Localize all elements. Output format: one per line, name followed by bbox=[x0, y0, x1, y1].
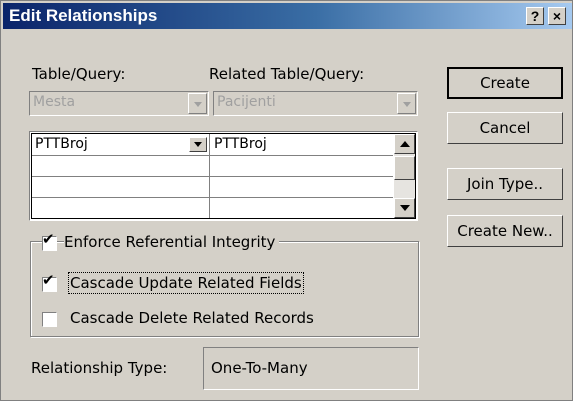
cascade-update-checkbox[interactable]: ✔ bbox=[42, 273, 57, 292]
create-new-button[interactable]: Create New.. bbox=[447, 215, 563, 247]
enforce-integrity-checkbox[interactable]: ✔ bbox=[42, 232, 57, 251]
dropdown-arrow-icon[interactable] bbox=[188, 93, 207, 114]
related-table-query-value: Pacijenti bbox=[217, 94, 276, 110]
scroll-down-icon[interactable] bbox=[394, 198, 415, 218]
row-divider bbox=[32, 176, 393, 177]
create-button[interactable]: Create bbox=[447, 67, 563, 99]
cancel-button[interactable]: Cancel bbox=[447, 112, 563, 144]
edit-relationships-dialog: Edit Relationships ? × Table/Query: Rela… bbox=[0, 0, 573, 401]
title-bar: Edit Relationships ? × bbox=[3, 3, 572, 29]
grid-body: PTTBroj PTTBroj bbox=[31, 133, 416, 219]
checkmark-icon: ✔ bbox=[42, 230, 55, 248]
grid-cell-field[interactable]: PTTBroj bbox=[35, 136, 88, 152]
grid-scrollbar[interactable] bbox=[394, 134, 415, 218]
help-icon[interactable]: ? bbox=[526, 7, 544, 25]
relationship-type-field: One-To-Many bbox=[203, 347, 419, 390]
grid-cell-related-field[interactable]: PTTBroj bbox=[214, 136, 267, 152]
window-title: Edit Relationships bbox=[9, 6, 158, 25]
enforce-integrity-label[interactable]: Enforce Referential Integrity bbox=[64, 233, 280, 251]
related-table-query-combo[interactable]: Pacijenti bbox=[213, 91, 418, 116]
cascade-update-label[interactable]: Cascade Update Related Fields bbox=[68, 272, 304, 294]
row-divider bbox=[32, 197, 393, 198]
dropdown-arrow-icon[interactable] bbox=[397, 93, 416, 114]
checkmark-icon: ✔ bbox=[42, 271, 55, 289]
related-table-query-label: Related Table/Query: bbox=[209, 65, 365, 83]
table-query-combo[interactable]: Mesta bbox=[29, 91, 209, 116]
field-mapping-grid[interactable]: PTTBroj PTTBroj bbox=[29, 131, 418, 221]
dropdown-arrow-icon[interactable] bbox=[189, 137, 207, 152]
scroll-thumb[interactable] bbox=[394, 156, 415, 180]
row-divider bbox=[32, 155, 393, 156]
cascade-delete-checkbox[interactable] bbox=[42, 312, 57, 327]
join-type-button[interactable]: Join Type.. bbox=[447, 168, 563, 200]
relationship-type-label: Relationship Type: bbox=[31, 359, 168, 377]
cascade-delete-label[interactable]: Cascade Delete Related Records bbox=[70, 309, 314, 327]
close-icon[interactable]: × bbox=[548, 7, 566, 25]
relationship-type-value: One-To-Many bbox=[211, 359, 308, 377]
table-query-value: Mesta bbox=[33, 94, 76, 110]
scroll-up-icon[interactable] bbox=[394, 134, 415, 154]
table-query-label: Table/Query: bbox=[32, 65, 126, 83]
